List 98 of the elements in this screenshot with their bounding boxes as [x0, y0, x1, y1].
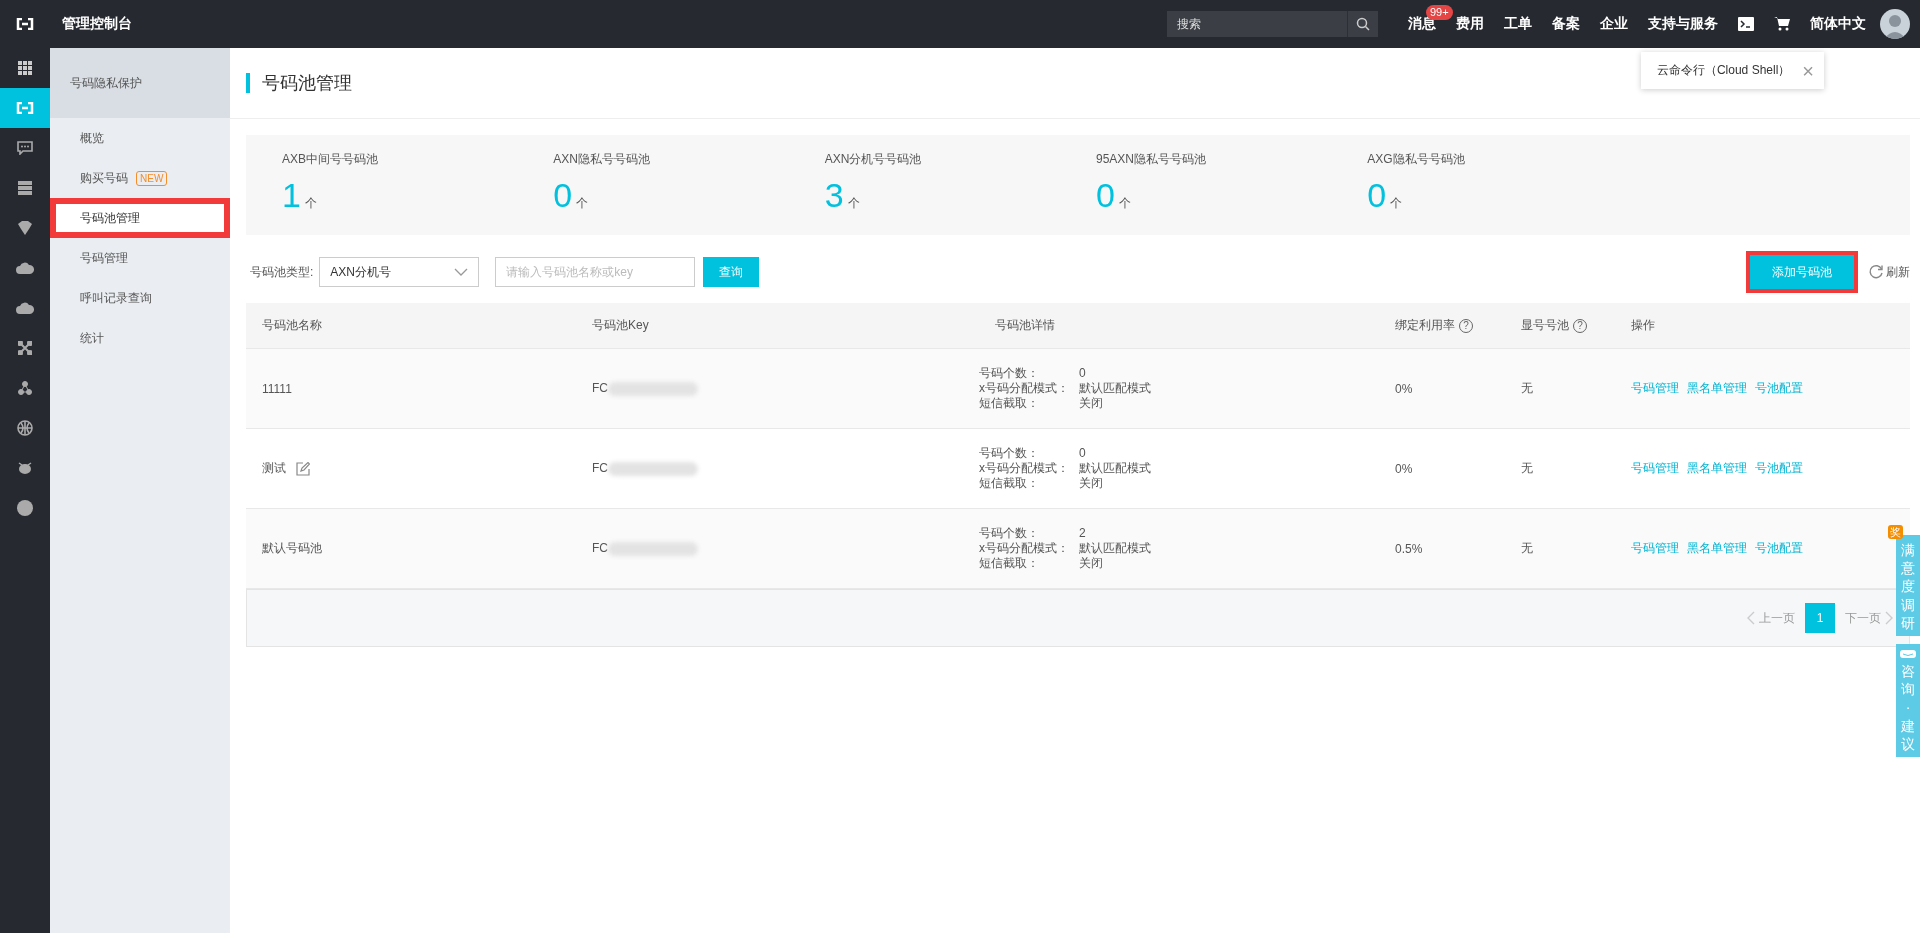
stat-label: AXG隐私号号码池: [1367, 151, 1466, 168]
detail-value: 默认匹配模式: [1079, 461, 1152, 476]
sidebar-item[interactable]: 号码管理: [50, 238, 230, 278]
table-cell: FC: [592, 381, 608, 396]
stat-label: AXN分机号号码池: [824, 151, 923, 168]
column-header: 号码池详情: [995, 317, 1055, 334]
detail-value: 默认匹配模式: [1079, 381, 1152, 396]
detail-value: 0: [1079, 366, 1087, 381]
detail-label: 短信截取：: [979, 476, 1040, 491]
stat-unit: 个: [304, 195, 317, 212]
chat-icon: [1900, 649, 1916, 658]
table-cell: 11111: [262, 381, 292, 396]
sidebar-item[interactable]: 购买号码 NEW: [50, 158, 230, 198]
detail-value: 关闭: [1079, 396, 1104, 411]
detail-value: 关闭: [1079, 556, 1104, 571]
chevron-right-icon: [1885, 611, 1893, 625]
stat-value: 1: [282, 176, 301, 215]
table-cell: 测试: [262, 460, 286, 477]
column-header: 号码池Key: [592, 317, 649, 334]
cloud-icon: [16, 302, 34, 314]
stat-unit: 个: [1118, 195, 1131, 212]
sidebar-title: 号码隐私保护: [70, 74, 142, 92]
detail-label: x号码分配模式：: [979, 461, 1070, 476]
table-cell: FC: [592, 461, 608, 476]
nav-link[interactable]: 工单: [1504, 15, 1532, 31]
nav-link[interactable]: 费用: [1456, 15, 1484, 31]
stat-value: 0: [553, 176, 573, 215]
nav-link[interactable]: 备案: [1552, 15, 1580, 31]
bug-icon: [17, 461, 33, 475]
column-header: 显号号池: [1521, 317, 1569, 334]
table-cell-text: 0%: [1394, 381, 1414, 396]
stat-value: 3: [824, 176, 844, 215]
filter-label: 号码池类型:: [250, 263, 314, 281]
sidebar-item[interactable]: 统计: [50, 318, 230, 358]
detail-label: 号码个数：: [979, 366, 1040, 381]
detail-label: 短信截取：: [979, 396, 1040, 411]
search-field[interactable]: 搜索: [1167, 11, 1347, 37]
server-icon: [18, 181, 32, 195]
pool-type-select[interactable]: AXN分机号: [319, 257, 480, 287]
sidebar-item[interactable]: 呼叫记录查询: [50, 278, 230, 318]
avatar-icon[interactable]: [1880, 9, 1910, 39]
network-icon: [18, 341, 32, 355]
nodes-icon: [18, 381, 32, 395]
table-cell-text: 无: [1520, 540, 1534, 557]
cart-icon[interactable]: [1774, 17, 1790, 31]
search-field[interactable]: 请输入号码池名称或key: [495, 257, 696, 287]
detail-label: x号码分配模式：: [979, 381, 1070, 396]
stat-value: 0: [1096, 176, 1115, 215]
table-cell-text: 0%: [1394, 461, 1414, 476]
shield-icon: [17, 221, 33, 235]
language-switcher[interactable]: 简体中文: [1810, 15, 1866, 33]
page-title: 号码池管理: [246, 73, 352, 93]
column-header: 绑定利用率: [1395, 317, 1455, 334]
stat-unit: 个: [1390, 195, 1403, 212]
search-icon: [1356, 17, 1370, 31]
detail-label: 号码个数：: [979, 446, 1040, 461]
detail-value: 关闭: [1079, 476, 1104, 491]
stat-unit: 个: [847, 195, 860, 212]
refresh-icon: [1868, 264, 1884, 280]
chevron-left-icon: [1747, 611, 1755, 625]
cloud-icon: [16, 262, 34, 274]
detail-label: 号码个数：: [979, 526, 1040, 541]
table-cell-text: 无: [1520, 380, 1534, 397]
detail-value: 0: [1079, 446, 1087, 461]
stat-label: 95AXN隐私号号码池: [1096, 151, 1208, 168]
table-cell: FC: [592, 541, 608, 556]
detail-label: 短信截取：: [979, 556, 1040, 571]
bracket-logo-icon: [16, 102, 34, 114]
close-button[interactable]: ×: [1802, 63, 1814, 78]
detail-value: 2: [1079, 526, 1087, 541]
sidebar-item[interactable]: 号码池管理: [50, 198, 230, 238]
terminal-icon[interactable]: [1738, 17, 1754, 31]
detail-label: x号码分配模式：: [979, 541, 1070, 556]
tooltip-text: 云命令行（Cloud Shell）: [1656, 62, 1791, 79]
chat-icon: [17, 141, 33, 155]
nav-link[interactable]: 支持与服务: [1648, 15, 1718, 31]
edit-icon[interactable]: [296, 461, 310, 476]
stat-value: 0: [1367, 176, 1387, 215]
column-header: 号码池名称: [262, 317, 322, 334]
award-badge: 奖: [1888, 525, 1903, 539]
table-cell-text: 0.5%: [1394, 541, 1424, 556]
sidebar-item[interactable]: 概览: [50, 118, 230, 158]
table-cell-text: 无: [1520, 460, 1534, 477]
grid-icon: [18, 61, 32, 75]
chevron-down-icon: [454, 268, 469, 276]
detail-value: 默认匹配模式: [1079, 541, 1152, 556]
column-header: 操作: [1631, 317, 1655, 334]
console-title[interactable]: 管理控制台: [62, 15, 132, 33]
table-cell: 默认号码池: [262, 540, 322, 557]
nav-link[interactable]: 企业: [1600, 15, 1628, 31]
new-badge: NEW: [136, 170, 168, 186]
refresh-link[interactable]: 刷新: [1868, 263, 1910, 281]
globe-icon: [17, 420, 33, 436]
stat-label: AXN隐私号号码池: [553, 151, 651, 168]
circle-icon: [17, 500, 33, 516]
search-button[interactable]: [1347, 11, 1378, 37]
stat-label: AXB中间号号码池: [282, 151, 379, 168]
stat-unit: 个: [576, 195, 589, 212]
